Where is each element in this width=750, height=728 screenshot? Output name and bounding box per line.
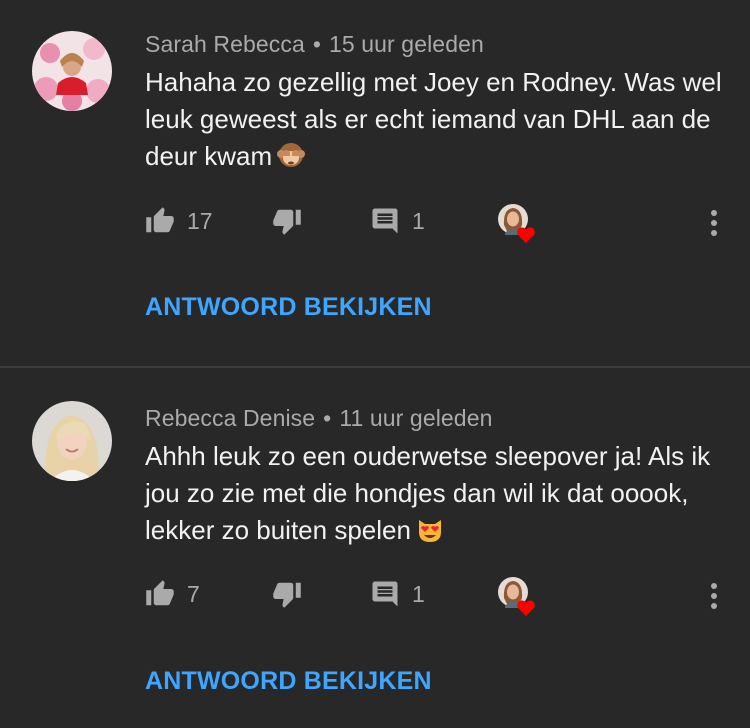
- comment-divider: [0, 366, 750, 368]
- comment-thread: Sarah Rebecca • 15 uur geleden Hahaha zo g…: [0, 0, 750, 368]
- view-replies-link[interactable]: ANTWOORD BEKIJKEN: [145, 667, 432, 696]
- comment-icon: [370, 579, 400, 609]
- more-options-icon[interactable]: [704, 582, 724, 616]
- comment-actions: 7 1: [0, 574, 750, 616]
- thumbs-up-icon: [145, 579, 175, 609]
- reply-button[interactable]: 1: [370, 201, 425, 241]
- like-button[interactable]: 7: [145, 574, 200, 614]
- more-options-icon[interactable]: [704, 209, 724, 243]
- thumbs-down-icon: [272, 579, 302, 609]
- reply-count: 1: [412, 580, 425, 607]
- thumbs-up-icon: [145, 206, 175, 236]
- like-count: 7: [187, 580, 200, 607]
- comment-timestamp[interactable]: 15 uur geleden: [329, 31, 484, 57]
- reply-count: 1: [412, 207, 425, 234]
- author-avatar[interactable]: [32, 31, 112, 111]
- comment-icon: [370, 206, 400, 236]
- thumbs-down-icon: [272, 206, 302, 236]
- comment-text: Ahhh leuk zo een ouderwetse sleepover ja…: [145, 438, 725, 549]
- like-button[interactable]: 17: [145, 201, 213, 241]
- comment-body: Hahaha zo gezellig met Joey en Rodney. W…: [145, 67, 722, 171]
- author-avatar[interactable]: [32, 401, 112, 481]
- like-count: 17: [187, 207, 213, 234]
- creator-heart-badge: [497, 203, 537, 243]
- meta-separator: •: [323, 405, 332, 431]
- dislike-button[interactable]: [272, 574, 302, 614]
- reply-button[interactable]: 1: [370, 574, 425, 614]
- comment-meta: Rebecca Denise • 11 uur geleden: [145, 405, 493, 432]
- author-name[interactable]: Sarah Rebecca: [145, 31, 305, 57]
- comment-meta: Sarah Rebecca • 15 uur geleden: [145, 31, 484, 58]
- comment-text: Hahaha zo gezellig met Joey en Rodney. W…: [145, 64, 725, 175]
- view-replies-link[interactable]: ANTWOORD BEKIJKEN: [145, 293, 432, 322]
- meta-separator: •: [312, 31, 321, 57]
- smiling-cat-heart-eyes-emoji: [415, 514, 445, 544]
- dislike-button[interactable]: [272, 201, 302, 241]
- see-no-evil-monkey-emoji: [276, 140, 306, 170]
- comment-actions: 17 1: [0, 201, 750, 243]
- creator-heart-badge: [497, 576, 537, 616]
- comment-timestamp[interactable]: 11 uur geleden: [339, 405, 492, 431]
- author-name[interactable]: Rebecca Denise: [145, 405, 315, 431]
- comment-thread: Rebecca Denise • 11 uur geleden Ahhh leuk …: [0, 369, 750, 728]
